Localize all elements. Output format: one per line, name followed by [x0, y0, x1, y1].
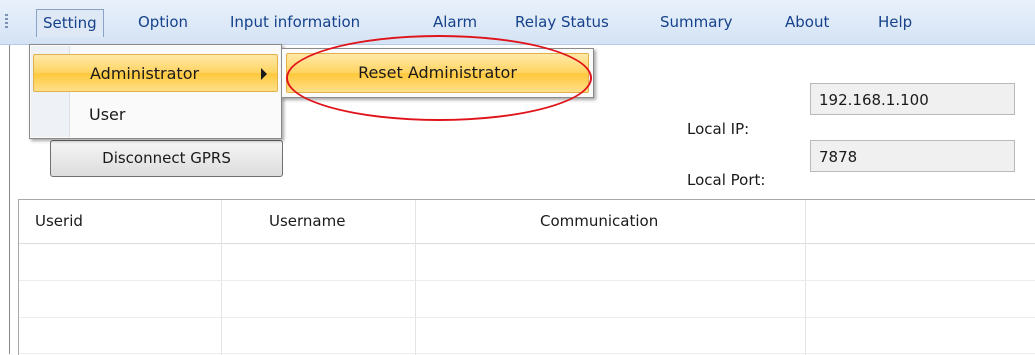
table-row[interactable]: [19, 317, 1035, 318]
menu-summary[interactable]: Summary: [660, 9, 733, 35]
table-row[interactable]: [19, 280, 1035, 281]
menu-help[interactable]: Help: [878, 9, 912, 35]
grip-icon: [5, 14, 8, 30]
panel-left-border: [9, 45, 10, 354]
disconnect-gprs-button[interactable]: Disconnect GPRS: [50, 140, 283, 177]
administrator-submenu: Reset Administrator: [281, 48, 594, 98]
local-port-label: Local Port:: [687, 171, 766, 189]
column-header-username[interactable]: Username: [269, 200, 345, 243]
local-port-field[interactable]: 7878: [810, 140, 1015, 172]
column-divider: [415, 200, 416, 355]
column-divider: [221, 200, 222, 355]
local-ip-label: Local IP:: [687, 120, 750, 138]
column-header-communication[interactable]: Communication: [540, 200, 658, 243]
column-header-userid[interactable]: Userid: [35, 200, 83, 243]
menu-relay-status[interactable]: Relay Status: [515, 9, 609, 35]
menu-item-user-label: User: [89, 105, 126, 124]
column-divider: [805, 200, 806, 355]
user-table: Userid Username Communication: [18, 199, 1035, 355]
menu-item-user[interactable]: User: [33, 96, 278, 134]
menu-alarm[interactable]: Alarm: [433, 9, 477, 35]
menu-item-administrator-label: Administrator: [90, 64, 200, 83]
menu-about[interactable]: About: [785, 9, 829, 35]
menu-setting[interactable]: Setting: [36, 9, 104, 37]
menu-option[interactable]: Option: [138, 9, 188, 35]
menu-item-reset-administrator[interactable]: Reset Administrator: [286, 53, 589, 93]
local-ip-field[interactable]: 192.168.1.100: [810, 83, 1015, 115]
submenu-arrow-icon: [261, 68, 267, 80]
menu-item-administrator[interactable]: Administrator: [33, 54, 278, 92]
menu-input-information[interactable]: Input information: [230, 9, 360, 35]
menu-bar: Setting Option Input information Alarm R…: [0, 0, 1035, 45]
setting-dropdown-menu: Administrator User: [29, 44, 282, 139]
table-header: Userid Username Communication: [19, 200, 1035, 244]
